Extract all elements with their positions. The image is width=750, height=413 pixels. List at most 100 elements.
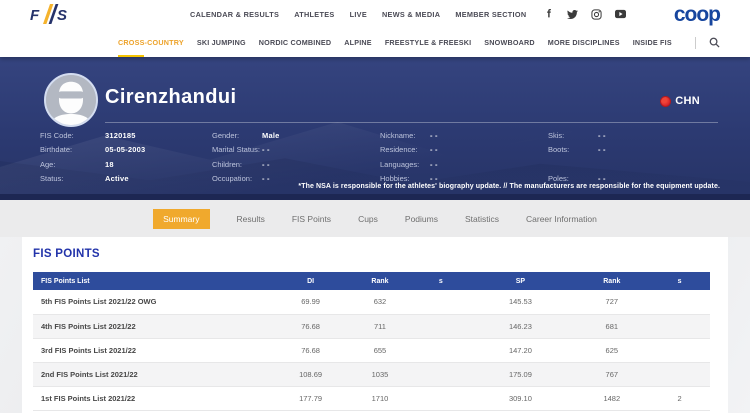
cell-sp-s xyxy=(649,362,710,386)
table-header-row: FIS Points List DI Rank s SP Rank s xyxy=(33,272,710,290)
tab-statistics[interactable]: Statistics xyxy=(465,214,499,224)
info-label: Birthdate: xyxy=(40,145,105,154)
col-header-di-s: s xyxy=(416,272,467,290)
athlete-hero: Cirenzhandui CHN FIS Code:3120185 Birthd… xyxy=(0,57,750,200)
info-label: Poles: xyxy=(548,174,598,183)
info-row-residence: Residence:- - xyxy=(380,143,548,158)
info-row-children: Children:- - xyxy=(212,157,380,172)
nav-item-more-disciplines[interactable]: MORE DISCIPLINES xyxy=(548,38,620,47)
nav-item-cross-country[interactable]: CROSS-COUNTRY xyxy=(118,38,184,47)
info-column-equipment: Skis:- - Boots:- - Poles:- - xyxy=(548,128,720,186)
cell-sp-s xyxy=(649,338,710,362)
info-label: Status: xyxy=(40,174,105,183)
nation-code: CHN xyxy=(675,95,700,107)
table-row: 4th FIS Points List 2021/22 76.68 711 14… xyxy=(33,314,710,338)
info-row-gender: Gender:Male xyxy=(212,128,380,143)
col-header-list: FIS Points List xyxy=(33,272,277,290)
cell-di-s xyxy=(416,362,467,386)
info-row-fis-code: FIS Code:3120185 xyxy=(40,128,212,143)
youtube-icon[interactable] xyxy=(615,9,626,20)
cell-sp: 146.23 xyxy=(466,314,574,338)
cell-di-rank: 1710 xyxy=(344,386,415,410)
info-label: Children: xyxy=(212,160,262,169)
cell-sp-rank: 1482 xyxy=(575,386,649,410)
athlete-info-grid: FIS Code:3120185 Birthdate:05-05-2003 Ag… xyxy=(40,128,720,186)
top-menu-member-section[interactable]: MEMBER SECTION xyxy=(455,10,526,19)
cell-sp: 147.20 xyxy=(466,338,574,362)
tabs-bar: Summary Results FIS Points Cups Podiums … xyxy=(0,200,750,237)
svg-text:S: S xyxy=(57,7,67,24)
info-column-identity: FIS Code:3120185 Birthdate:05-05-2003 Ag… xyxy=(40,128,212,186)
top-menu-news-media[interactable]: NEWS & MEDIA xyxy=(382,10,440,19)
nav-item-snowboard[interactable]: SNOWBOARD xyxy=(484,38,535,47)
info-value: 05-05-2003 xyxy=(105,145,145,154)
top-menu-calendar-results[interactable]: CALENDAR & RESULTS xyxy=(190,10,279,19)
cell-sp: 175.09 xyxy=(466,362,574,386)
search-icon[interactable] xyxy=(709,37,720,48)
info-value: - - xyxy=(262,160,270,169)
cell-sp-s xyxy=(649,290,710,314)
cell-di: 76.68 xyxy=(277,338,345,362)
info-value: Active xyxy=(105,174,129,183)
discipline-nav: CROSS-COUNTRY SKI JUMPING NORDIC COMBINE… xyxy=(0,28,750,57)
info-row-languages: Languages:- - xyxy=(380,157,548,172)
cell-di-rank: 1035 xyxy=(344,362,415,386)
col-header-sp-rank: Rank xyxy=(575,272,649,290)
cell-sp-rank: 625 xyxy=(575,338,649,362)
athlete-avatar xyxy=(44,73,98,127)
info-value: - - xyxy=(262,145,270,154)
cell-sp-rank: 767 xyxy=(575,362,649,386)
facebook-icon[interactable] xyxy=(543,9,554,20)
col-header-sp-s: s xyxy=(649,272,710,290)
cell-sp: 309.10 xyxy=(466,386,574,410)
info-value: - - xyxy=(598,145,606,154)
section-title: FIS POINTS xyxy=(33,248,710,260)
instagram-icon[interactable] xyxy=(591,9,602,20)
fis-logo[interactable]: F S xyxy=(30,4,70,24)
table-row: 3rd FIS Points List 2021/22 76.68 655 14… xyxy=(33,338,710,362)
top-menu-athletes[interactable]: ATHLETES xyxy=(294,10,334,19)
nav-item-alpine[interactable]: ALPINE xyxy=(344,38,372,47)
cell-sp: 145.53 xyxy=(466,290,574,314)
cell-list-name: 4th FIS Points List 2021/22 xyxy=(33,314,277,338)
info-value: 3120185 xyxy=(105,131,136,140)
tab-results[interactable]: Results xyxy=(237,214,265,224)
social-icons xyxy=(543,9,626,20)
cell-di-rank: 655 xyxy=(344,338,415,362)
info-row-marital-status: Marital Status:- - xyxy=(212,143,380,158)
table-row: 5th FIS Points List 2021/22 OWG 69.99 63… xyxy=(33,290,710,314)
twitter-icon[interactable] xyxy=(567,9,578,20)
tab-career-information[interactable]: Career Information xyxy=(526,214,597,224)
cell-di-s xyxy=(416,338,467,362)
nav-item-inside-fis[interactable]: INSIDE FIS xyxy=(633,38,672,47)
cell-list-name: 5th FIS Points List 2021/22 OWG xyxy=(33,290,277,314)
tab-summary[interactable]: Summary xyxy=(153,209,209,229)
cell-di: 76.68 xyxy=(277,314,345,338)
cell-list-name: 2nd FIS Points List 2021/22 xyxy=(33,362,277,386)
info-label: Boots: xyxy=(548,145,598,154)
cell-di: 69.99 xyxy=(277,290,345,314)
top-menu: CALENDAR & RESULTS ATHLETES LIVE NEWS & … xyxy=(190,10,526,19)
top-menu-live[interactable]: LIVE xyxy=(350,10,367,19)
tab-cups[interactable]: Cups xyxy=(358,214,378,224)
info-column-personal: Gender:Male Marital Status:- - Children:… xyxy=(212,128,380,186)
col-header-di: DI xyxy=(277,272,345,290)
info-column-background: Nickname:- - Residence:- - Languages:- -… xyxy=(380,128,548,186)
coop-logo[interactable]: coop xyxy=(674,4,720,25)
table-row: 1st FIS Points List 2021/22 177.79 1710 … xyxy=(33,386,710,410)
cell-di-rank: 632 xyxy=(344,290,415,314)
tab-fis-points[interactable]: FIS Points xyxy=(292,214,331,224)
nation-badge: CHN xyxy=(660,95,700,107)
cell-di-s xyxy=(416,314,467,338)
tab-podiums[interactable]: Podiums xyxy=(405,214,438,224)
nav-item-nordic-combined[interactable]: NORDIC COMBINED xyxy=(259,38,331,47)
chn-flag-icon xyxy=(660,96,671,107)
info-row-boots: Boots:- - xyxy=(548,143,720,158)
avatar-placeholder-icon xyxy=(46,75,96,125)
nav-item-ski-jumping[interactable]: SKI JUMPING xyxy=(197,38,246,47)
cell-sp-rank: 727 xyxy=(575,290,649,314)
svg-text:F: F xyxy=(30,7,40,24)
info-value: Male xyxy=(262,131,279,140)
fis-logo-icon: F S xyxy=(30,4,70,24)
nav-item-freestyle-freeski[interactable]: FREESTYLE & FREESKI xyxy=(385,38,471,47)
